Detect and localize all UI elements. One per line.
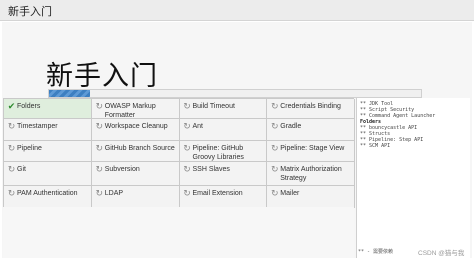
plugin-label: LDAP xyxy=(104,190,124,197)
top-bar: 新手入门 xyxy=(0,0,474,21)
plugin-label: Pipeline: Stage View xyxy=(280,145,345,152)
check-icon: ✔ xyxy=(7,101,16,111)
plugin-item[interactable]: ✔ Folders xyxy=(4,99,92,119)
install-log-footer: ** - 需要依赖 xyxy=(358,249,394,255)
plugin-label: Gradle xyxy=(280,123,302,130)
plugin-label: Pipeline xyxy=(17,145,42,152)
plugin-item[interactable]: ↻ Gradle xyxy=(267,119,355,141)
plugin-label: PAM Authentication xyxy=(17,190,78,197)
plugin-label: Workspace Cleanup xyxy=(104,123,168,130)
refresh-icon: ↻ xyxy=(7,164,16,174)
plugin-label: Subversion xyxy=(104,166,140,173)
refresh-icon: ↻ xyxy=(183,121,191,131)
plugin-item[interactable]: ↻ Subversion xyxy=(91,162,180,186)
plugin-label: Git xyxy=(17,166,26,173)
install-progress-bar xyxy=(48,89,422,98)
plugin-item[interactable]: ↻ Git xyxy=(4,162,92,186)
plugin-label: Timestamper xyxy=(17,123,58,130)
plugin-item[interactable]: ↻ Workspace Cleanup xyxy=(91,119,180,141)
plugin-label: Credentials Binding xyxy=(280,103,341,110)
plugin-label: Pipeline: GitHub Groovy Libraries xyxy=(192,145,244,161)
window-title: 新手入门 xyxy=(8,6,52,18)
refresh-icon: ↻ xyxy=(183,143,191,153)
refresh-icon: ↻ xyxy=(270,164,279,174)
plugin-label: Folders xyxy=(17,103,41,110)
refresh-icon: ↻ xyxy=(95,143,104,153)
plugin-label: GitHub Branch Source xyxy=(104,145,175,152)
page-title: 新手入门 xyxy=(46,61,158,91)
watermark: CSDN @猫与我 xyxy=(418,250,465,257)
plugin-item[interactable]: ↻ Pipeline: GitHub Groovy Libraries xyxy=(179,141,268,162)
plugin-item[interactable]: ↻ LDAP xyxy=(91,186,180,208)
refresh-icon: ↻ xyxy=(183,188,191,198)
refresh-icon: ↻ xyxy=(7,121,16,131)
plugin-item[interactable]: ↻ GitHub Branch Source xyxy=(91,141,180,162)
plugin-item[interactable]: ↻ PAM Authentication xyxy=(4,186,92,208)
plugin-label: Mailer xyxy=(280,190,300,197)
refresh-icon: ↻ xyxy=(270,121,279,131)
refresh-icon: ↻ xyxy=(7,188,16,198)
plugin-item[interactable]: ↻ Pipeline: Stage View xyxy=(267,141,355,162)
plugin-item[interactable]: ↻ Timestamper xyxy=(4,119,92,141)
plugin-label: OWASP Markup Formatter xyxy=(104,103,156,119)
plugin-item[interactable]: ↻ Mailer xyxy=(267,186,355,208)
plugin-item[interactable]: ↻ Matrix Authorization Strategy xyxy=(267,162,355,186)
refresh-icon: ↻ xyxy=(270,143,279,153)
refresh-icon: ↻ xyxy=(270,101,279,111)
plugin-item[interactable]: ↻ Build Timeout xyxy=(179,99,268,119)
plugin-item[interactable]: ↻ Ant xyxy=(179,119,268,141)
plugin-label: Ant xyxy=(192,123,204,130)
log-line: ** SCM API xyxy=(360,143,391,149)
refresh-icon: ↻ xyxy=(95,121,104,131)
plugin-item[interactable]: ↻ SSH Slaves xyxy=(179,162,268,186)
plugin-grid: ✔ Folders ↻ OWASP Markup Formatter ↻ Build Ti… xyxy=(3,98,355,208)
plugin-label: Email Extension xyxy=(192,190,243,197)
plugin-item[interactable]: ↻ Credentials Binding xyxy=(267,99,355,119)
install-log-panel: ** JDK Tool ** Script Security ** Command … xyxy=(356,98,470,258)
refresh-icon: ↻ xyxy=(95,101,104,111)
plugin-item[interactable]: ↻ Email Extension xyxy=(179,186,268,208)
refresh-icon: ↻ xyxy=(95,188,104,198)
refresh-icon: ↻ xyxy=(183,101,191,111)
refresh-icon: ↻ xyxy=(183,164,191,174)
install-progress-fill xyxy=(49,90,90,97)
plugin-label: Build Timeout xyxy=(192,103,235,110)
plugin-item[interactable]: ↻ Pipeline xyxy=(4,141,92,162)
refresh-icon: ↻ xyxy=(270,188,279,198)
refresh-icon: ↻ xyxy=(7,143,16,153)
plugin-item[interactable]: ↻ OWASP Markup Formatter xyxy=(91,99,180,119)
plugin-label: Matrix Authorization Strategy xyxy=(280,166,342,182)
grid-footer-area xyxy=(3,207,354,258)
plugin-label: SSH Slaves xyxy=(192,166,230,173)
refresh-icon: ↻ xyxy=(95,164,104,174)
install-log-lines: ** JDK Tool ** Script Security ** Command … xyxy=(360,101,468,149)
